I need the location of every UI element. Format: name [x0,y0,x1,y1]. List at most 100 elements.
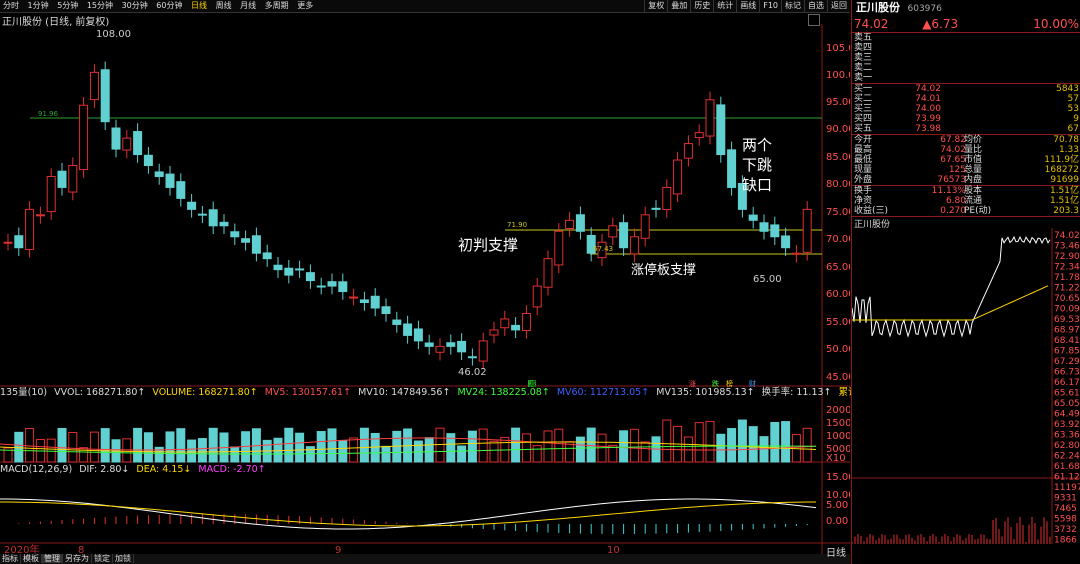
date-tick: 8 [78,545,84,554]
period-tab[interactable]: 1分钟 [25,1,52,10]
intraday-mini-chart[interactable]: 74.0273.4672.9072.3471.7871.2270.6570.09… [852,228,1080,544]
candle-body [424,342,434,347]
stats-button[interactable]: 统计 [713,0,736,12]
volume-bar [781,421,791,463]
period-tab[interactable]: 5分钟 [54,1,81,10]
volume-bar [208,427,218,463]
volume-bar [327,428,337,463]
history-button[interactable]: 历史 [690,0,713,12]
f10-button[interactable]: F10 [759,0,781,12]
mini-axis-tick: 62.80 [1054,441,1080,451]
dif-value: DIF: 2.80↓ [79,464,130,475]
period-tab[interactable]: 30分钟 [119,1,151,10]
candle-body [381,306,391,314]
initial-support-annotation: 初判支撑 [458,236,519,254]
date-tick: 10 [607,545,620,554]
period-label[interactable]: 日线 [826,544,846,559]
mini-axis-tick: 3732 [1054,525,1077,535]
volume-bar [176,428,186,463]
candle-body [122,137,132,151]
volume-bar [802,427,812,463]
period-tab[interactable]: 60分钟 [153,1,185,10]
candle-body [154,171,164,177]
mini-axis-tick: 61.12 [1054,473,1080,483]
mini-axis-tick: 65.05 [1054,399,1080,409]
period-tab[interactable]: 分时 [0,1,22,10]
back-button[interactable]: 返回 [827,0,850,12]
candle-body [316,285,326,288]
mv135-value: MV135: 101985.13↑ [656,387,755,398]
candle-body [25,208,35,250]
overlay-button[interactable]: 叠加 [667,0,690,12]
mini-axis-tick: 72.34 [1054,263,1080,273]
price-tick: 65.00 [826,262,850,273]
gap-annotation-line1: 两个 [742,136,773,154]
vvol-value: VVOL: 168271.80↑ [54,387,146,398]
price-tick: 45.00 [826,372,850,383]
period-tab-active[interactable]: 日线 [188,1,210,10]
quote-panel: 正川股份 603976 74.02 ▲6.73 10.00% 卖五 卖四 卖三 … [851,0,1080,564]
volume-bar [316,431,326,463]
period-tab[interactable]: 15分钟 [84,1,116,10]
mini-axis-tick: 1866 [1054,536,1077,545]
volume-bar [165,431,175,463]
period-tab[interactable]: 多周期 [262,1,292,10]
period-tab[interactable]: 月线 [237,1,259,10]
candle-body [219,221,229,227]
mini-axis-tick: 70.65 [1054,294,1080,304]
order-row: 卖五 [854,33,873,43]
candle-body [759,222,769,232]
volume-bar [349,437,359,463]
period-tab[interactable]: 周线 [213,1,235,10]
mini-axis-tick: 69.53 [1054,315,1080,325]
price-change-pct: 10.00% [1033,17,1079,31]
order-row: 买三 74.00 53 [854,104,1079,114]
mini-axis-tick: 11197 [1054,483,1080,493]
order-row: 买一 74.02 5843 [854,84,1079,94]
draw-line-button[interactable]: 画线 [736,0,759,12]
candle-body [305,272,315,282]
period-tab[interactable]: 更多 [294,1,316,10]
quote-stats: 今开 67.82 均价 70.78 最高 74.02 量比 1.33 最低 67.65 市值 11… [854,135,1079,185]
mini-axis-tick: 62.24 [1054,452,1080,462]
tab-manage[interactable]: 管理 [42,554,63,563]
volume-bar [640,441,650,463]
candle-body [392,319,402,325]
candle-body [770,224,780,238]
mini-axis-tick: 74.02 [1054,231,1080,241]
candle-body [46,175,56,213]
tab-indicator[interactable]: 指标 [0,554,21,563]
candle-body [295,268,305,271]
candle-body [478,340,488,362]
watchlist-button[interactable]: 自选 [804,0,827,12]
stock-header: 正川股份 603976 [852,0,1080,16]
tab-add-lock[interactable]: 加锁 [113,554,134,563]
mini-axis-tick: 9331 [1054,494,1077,504]
macd-tick: 0.00 [826,516,848,527]
candle-body [565,219,575,230]
macd-indicator-name[interactable]: MACD(12,26,9) [0,464,72,475]
order-row: 卖三 [854,53,873,63]
candle-body [241,238,251,243]
volume-indicator-name[interactable]: 135量(10) [0,387,47,398]
tab-template[interactable]: 模板 [21,554,42,563]
mini-axis-tick: 71.78 [1054,273,1080,283]
candle-body [651,207,661,210]
volume-bar [629,428,639,463]
price-tick: 90.00 [826,124,850,135]
gap-annotation-line2: 下跳 [742,156,773,174]
tab-lock[interactable]: 锁定 [92,554,113,563]
volume-bar [230,446,240,463]
tab-save-as[interactable]: 另存为 [63,554,92,563]
restore-rights-button[interactable]: 复权 [644,0,667,12]
candle-body [14,235,24,249]
volume-bar [284,427,294,463]
stock-code: 603976 [907,4,942,14]
candle-body [403,323,413,336]
candle-body [608,225,618,238]
mark-button[interactable]: 标记 [781,0,804,12]
high-marker: 108.00 [96,29,131,40]
mini-axis-tick: 68.97 [1054,326,1080,336]
candle-body [273,264,283,271]
volume-bars [0,419,817,463]
